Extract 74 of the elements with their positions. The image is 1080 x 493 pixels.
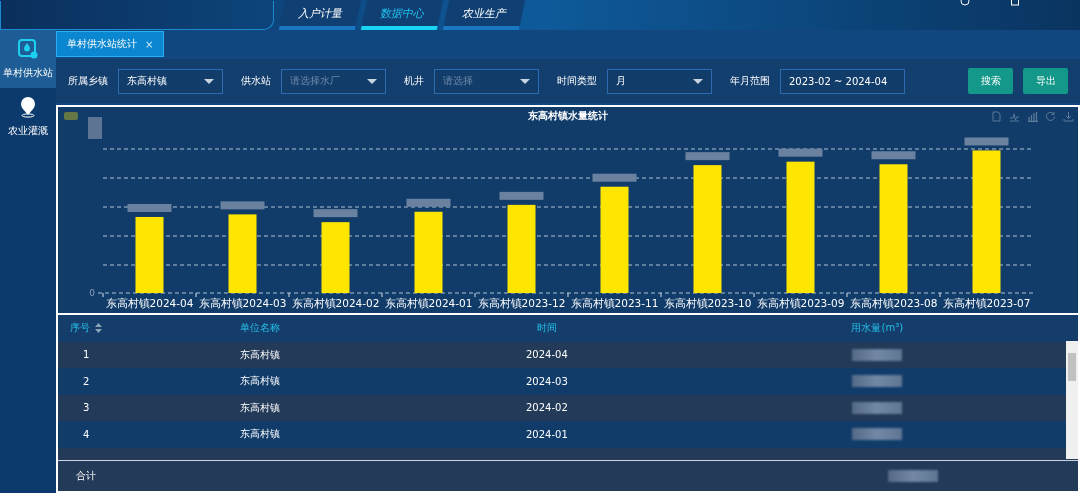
filter-label: 供水站 <box>241 74 271 88</box>
blurred-value <box>852 375 903 388</box>
scrollbar[interactable] <box>1066 341 1078 459</box>
blurred-value <box>406 198 451 207</box>
column-header: 单位名称 <box>238 321 281 336</box>
total-label: 合计 <box>76 469 96 483</box>
axis-category-label: 东高村镇2023-09 <box>756 297 845 309</box>
blurred-value <box>852 401 903 414</box>
blurred-value <box>852 428 903 441</box>
filter-label: 机井 <box>404 74 424 88</box>
table-cell-text: 2024-01 <box>525 428 569 440</box>
blurred-value <box>499 191 544 200</box>
water-station-icon <box>17 38 39 60</box>
blurred-value <box>220 201 265 210</box>
blurred-value <box>778 148 823 157</box>
axis-category-label: 东高村镇2023-12 <box>477 297 566 309</box>
table-cell-text: 2024-04 <box>525 349 569 361</box>
nav-tab[interactable]: 入户计量 <box>278 0 362 30</box>
date-range-field[interactable]: 2023-02 ~ 2024-04 <box>780 68 905 94</box>
column-header: 时间 <box>535 321 558 336</box>
table-cell-text: 东高村镇 <box>238 347 281 362</box>
dropdown-field[interactable]: 请选择 <box>434 68 539 94</box>
table-cell-text: 东高村镇 <box>238 374 281 389</box>
dropdown-field[interactable]: 请选择水厂 <box>281 68 386 94</box>
axis-category-label: 东高村镇2023-10 <box>663 297 752 309</box>
axis-category-label: 东高村镇2024-04 <box>105 297 194 309</box>
line-chart-icon[interactable] <box>1009 111 1020 122</box>
axis-category-label: 东高村镇2024-02 <box>291 297 380 309</box>
blurred-value <box>685 152 730 161</box>
axis-category-label: 东高村镇2024-01 <box>384 297 473 309</box>
blurred-value <box>888 470 938 482</box>
page-tab[interactable]: 单村供水站统计 × <box>56 31 165 57</box>
axis-category-label: 东高村镇2024-03 <box>198 297 287 309</box>
table-cell-text: 东高村镇 <box>238 427 281 442</box>
column-header[interactable]: 序号 <box>70 321 90 336</box>
download-icon[interactable] <box>1063 111 1074 122</box>
bar-chart-icon[interactable] <box>1027 111 1038 122</box>
document-icon[interactable] <box>991 111 1002 122</box>
close-icon[interactable]: × <box>145 38 154 50</box>
nav-tab[interactable]: 数据中心 <box>360 0 444 30</box>
table-cell-text: 3 <box>82 402 91 414</box>
bar <box>321 222 350 293</box>
table-cell-text: 2024-02 <box>525 402 569 414</box>
nav-tab[interactable]: 农业生产 <box>442 0 526 30</box>
sidebar-item[interactable]: 单村供水站 <box>0 30 56 88</box>
blurred-unit <box>88 117 102 139</box>
chart-title: 东高村镇水量统计 <box>528 109 608 123</box>
sidebar-item[interactable]: 农业灌溉 <box>0 88 56 146</box>
table-cell-text: 2 <box>82 375 91 387</box>
table-cell-text: 东高村镇 <box>238 400 281 415</box>
refresh-icon[interactable] <box>1045 111 1056 122</box>
filter-label: 时间类型 <box>557 74 597 88</box>
table-cell-text: 4 <box>82 428 91 440</box>
dropdown-field[interactable]: 东高村镇 <box>118 68 223 94</box>
sort-icon[interactable] <box>95 323 102 334</box>
table-cell-text: 2024-03 <box>525 375 569 387</box>
filter-label: 所属乡镇 <box>68 74 108 88</box>
dropdown-field[interactable]: 月 <box>607 68 712 94</box>
blurred-value <box>871 151 916 160</box>
axis-category-label: 东高村镇2023-08 <box>849 297 938 309</box>
blurred-value <box>852 348 903 361</box>
legend-swatch <box>64 112 78 120</box>
table-cell-text: 1 <box>82 349 91 361</box>
axis-category-label: 东高村镇2023-07 <box>942 297 1031 309</box>
axis-category-label: 东高村镇2023-11 <box>570 297 659 309</box>
blurred-value <box>964 137 1009 146</box>
filter-label: 年月范围 <box>730 74 770 88</box>
blurred-value <box>313 209 358 218</box>
action-button[interactable]: 搜索 <box>968 68 1013 94</box>
blurred-value <box>592 173 637 182</box>
column-header: 用水量(m³) <box>850 321 905 336</box>
blurred-value <box>127 203 172 212</box>
axis-tick-label: 0 <box>89 288 95 298</box>
action-button[interactable]: 导出 <box>1023 68 1068 94</box>
